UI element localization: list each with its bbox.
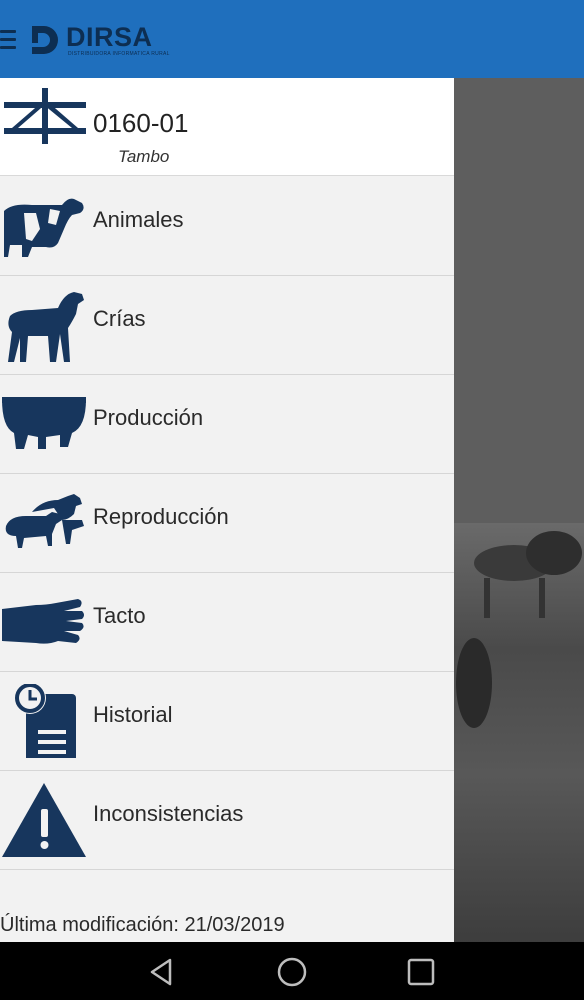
navigation-drawer: 0160-01 Tambo Animales Crías Producción …: [0, 78, 454, 942]
home-icon[interactable]: [272, 952, 312, 992]
drawer-header: 0160-01 Tambo: [0, 78, 454, 176]
menu-item-historial[interactable]: Historial: [0, 672, 454, 771]
menu-item-inconsistencias[interactable]: Inconsistencias: [0, 771, 454, 870]
menu-label: Historial: [93, 702, 173, 727]
menu-label: Crías: [93, 306, 146, 331]
menu-label: Reproducción: [93, 504, 229, 529]
recents-icon[interactable]: [401, 952, 441, 992]
menu-label: Tacto: [93, 603, 146, 628]
brand-name: DIRSA: [66, 22, 153, 52]
establishment-logo-icon: [4, 88, 86, 144]
history-icon: [14, 684, 76, 758]
app-bar: DIRSA DISTRIBUIDORA INFORMATICA RURAL: [0, 0, 584, 78]
warning-icon: [2, 783, 86, 857]
establishment-type: Tambo: [118, 147, 170, 166]
breeding-icon: [5, 494, 84, 548]
menu-item-reproduccion[interactable]: Reproducción: [0, 474, 454, 573]
system-nav-bar: [0, 942, 584, 1000]
menu-item-animales[interactable]: Animales: [0, 177, 454, 276]
hamburger-icon[interactable]: [0, 30, 16, 50]
establishment-code: 0160-01: [93, 108, 189, 138]
brand-subtitle: DISTRIBUIDORA INFORMATICA RURAL: [68, 51, 170, 57]
menu-label: Inconsistencias: [93, 801, 244, 826]
cow-icon: [4, 198, 84, 257]
menu-label: Producción: [93, 405, 204, 430]
menu-label: Animales: [93, 207, 184, 232]
dirsa-logo-icon: [32, 26, 58, 54]
dirsa-logo: DIRSA DISTRIBUIDORA INFORMATICA RURAL: [28, 20, 170, 60]
menu-item-crias[interactable]: Crías: [0, 276, 454, 375]
menu-item-produccion[interactable]: Producción: [0, 375, 454, 474]
back-icon[interactable]: [142, 952, 182, 992]
menu-item-tacto[interactable]: Tacto: [0, 573, 454, 672]
scrim-background-photo[interactable]: [454, 78, 584, 942]
udder-icon: [2, 397, 86, 449]
calf-icon: [8, 292, 84, 362]
last-modified-text: Última modificación: 21/03/2019: [0, 914, 285, 936]
cows-photo-shapes: [456, 531, 582, 728]
glove-icon: [2, 599, 84, 644]
